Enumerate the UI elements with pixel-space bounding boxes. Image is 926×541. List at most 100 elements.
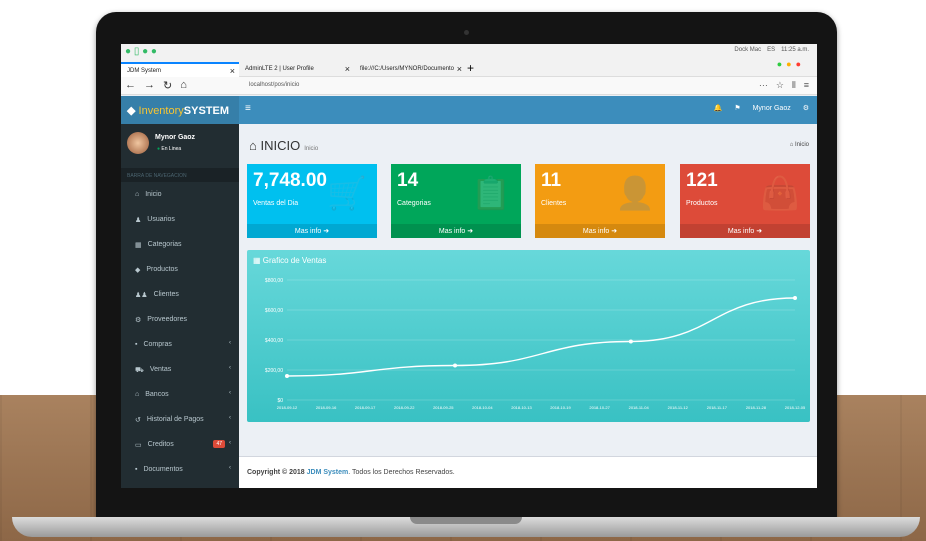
window-controls[interactable]: ●●● xyxy=(777,59,805,69)
footer-link[interactable]: JDM System xyxy=(307,469,349,476)
menu-glyph: ⛟ xyxy=(135,367,144,374)
credit-count-badge: 47 xyxy=(213,440,225,448)
sidebar-item-inicio[interactable]: home-icon⌂Inicio xyxy=(121,182,239,207)
header-user[interactable]: Mynor Gaoz xyxy=(753,105,791,112)
tab-label: JDM System xyxy=(127,68,162,74)
app-header: ◆ InventorySYSTEM ≡ 🔔 ⚑ Mynor Gaoz ⚙ xyxy=(121,96,817,124)
y-tick-label: $600,00 xyxy=(265,308,283,314)
bell-icon[interactable]: 🔔 xyxy=(714,104,723,112)
more-icon[interactable]: ··· xyxy=(759,80,768,91)
close-icon[interactable]: × xyxy=(230,66,235,76)
back-icon[interactable]: ← xyxy=(125,79,136,92)
forward-icon[interactable]: → xyxy=(144,79,155,92)
x-tick-label: 2018-11-17 xyxy=(707,405,728,410)
y-tick-label: $0 xyxy=(277,398,283,404)
new-tab-button[interactable]: + xyxy=(467,61,474,75)
sidebar-item-compras[interactable]: briefcase-icon▪Compras‹ xyxy=(121,332,239,357)
logo-text-light: Inventory xyxy=(138,105,184,117)
breadcrumb[interactable]: ⌂ Inicio xyxy=(790,142,809,148)
library-icon[interactable]: ⫴ xyxy=(792,80,796,91)
data-point[interactable] xyxy=(453,363,458,368)
footer-suffix: . Todos los Derechos Reservados. xyxy=(348,469,455,476)
x-tick-label: 2018-09-17 xyxy=(355,405,376,410)
sidebar-item-documentos[interactable]: folder-icon▪Documentos‹ xyxy=(121,457,239,482)
more-info-link[interactable]: Mas info ➜ xyxy=(535,224,665,238)
sidebar-item-productos[interactable]: tag-icon◆Productos xyxy=(121,257,239,282)
x-tick-label: 2018-09-25 xyxy=(433,405,454,410)
sidebar-item-historial-de-pagos[interactable]: history-icon↺Historial de Pagos‹ xyxy=(121,407,239,432)
browser-toolbar-right: ··· ☆ ⫴ ≡ xyxy=(759,80,809,91)
y-tick-label: $200,00 xyxy=(265,368,283,374)
browser-urlbar: ← → ↻ ⌂ localhost/pos/inicio ··· ☆ ⫴ ≡ xyxy=(121,77,817,95)
camera xyxy=(464,30,469,35)
sidebar-item-categorias[interactable]: table-icon▦Categorias xyxy=(121,232,239,257)
os-dock-icons: ● ▯ ● ● xyxy=(125,46,157,57)
more-info-label: Mas info xyxy=(727,228,755,235)
x-tick-label: 2018-11-12 xyxy=(668,405,689,410)
reload-icon[interactable]: ↻ xyxy=(163,79,172,92)
os-status-item: 11:25 a.m. xyxy=(781,47,809,53)
box-value: 7,748.00 xyxy=(253,170,327,191)
sidebar-item-ventas[interactable]: cart-icon⛟Ventas‹ xyxy=(121,357,239,382)
more-info-link[interactable]: Mas info ➜ xyxy=(680,224,810,238)
user-panel: Mynor Gaoz ● En Linea xyxy=(121,124,239,168)
box-value: 121 xyxy=(686,170,718,191)
breadcrumb-item: Inicio xyxy=(794,142,809,148)
sidebar-item-clientes[interactable]: users-icon♟♟Clientes xyxy=(121,282,239,307)
browser-tab[interactable]: file:///C:/Users/MYNOR/Documento × xyxy=(354,62,466,77)
home-icon[interactable]: ⌂ xyxy=(180,79,187,92)
os-status-item: Dock Mac xyxy=(734,47,762,53)
bag-icon: 👜 xyxy=(760,175,800,211)
sidebar-item-proveedores[interactable]: truck-icon⚙Proveedores xyxy=(121,307,239,332)
small-box-categorias: 14 Categorias 📋 Mas info ➜ xyxy=(391,164,521,238)
sidebar-item-label: Inicio xyxy=(145,191,162,198)
chevron-left-icon: ‹ xyxy=(229,465,231,471)
sidebar-item-bancos[interactable]: bank-icon⌂Bancos‹ xyxy=(121,382,239,407)
user-status: ● En Linea xyxy=(157,146,181,152)
sidebar-item-creditos[interactable]: credit-card-icon▭Creditos47‹ xyxy=(121,432,239,457)
box-label: Productos xyxy=(686,200,718,207)
x-tick-label: 2018-11-04 xyxy=(629,405,650,410)
menu-glyph: ▦ xyxy=(135,242,142,249)
address-bar[interactable]: localhost/pos/inicio xyxy=(249,82,299,88)
menu-glyph: ▪ xyxy=(135,466,138,473)
small-box-clientes: 11 Clientes 👤 Mas info ➜ xyxy=(535,164,665,238)
sidebar-item-label: Productos xyxy=(146,266,178,273)
chevron-left-icon: ‹ xyxy=(229,390,231,396)
sidebar-item-label: Proveedores xyxy=(147,316,187,323)
menu-glyph: ▪ xyxy=(135,341,138,348)
sidebar-item-label: Historial de Pagos xyxy=(146,416,204,423)
app-logo[interactable]: ◆ InventorySYSTEM xyxy=(121,96,239,124)
page-title-text: INICIO xyxy=(260,138,301,153)
x-tick-label: 2018-10-04 xyxy=(472,405,493,410)
sidebar-item-label: Documentos xyxy=(143,466,183,473)
browser-tab[interactable]: JDM System × xyxy=(121,62,239,77)
main-content: ⌂ INICIO Inicio ⌂ Inicio 7,748.00 Ventas … xyxy=(239,124,817,488)
chevron-left-icon: ‹ xyxy=(229,340,231,346)
laptop-notch xyxy=(410,517,522,524)
user-status-label: En Linea xyxy=(161,146,182,152)
box-label: Clientes xyxy=(541,200,567,207)
close-icon[interactable]: × xyxy=(457,64,462,74)
more-info-link[interactable]: Mas info ➜ xyxy=(391,224,521,238)
bars-icon[interactable]: ≡ xyxy=(245,103,251,114)
browser-tab[interactable]: AdminLTE 2 | User Profile × xyxy=(239,62,354,77)
header-right: 🔔 ⚑ Mynor Gaoz ⚙ xyxy=(714,104,809,113)
data-point[interactable] xyxy=(628,339,633,344)
close-icon[interactable]: × xyxy=(345,64,350,74)
small-box-ventas: 7,748.00 Ventas del Dia 🛒 Mas info ➜ xyxy=(247,164,377,238)
screen: ● ▯ ● ● Dock Mac ES 11:25 a.m. ●●● JDM S… xyxy=(121,44,817,488)
sidebar-item-label: Clientes xyxy=(153,291,179,298)
sidebar-item-usuarios[interactable]: user-icon♟Usuarios xyxy=(121,207,239,232)
gears-icon[interactable]: ⚙ xyxy=(803,104,809,112)
data-point[interactable] xyxy=(285,374,289,378)
sidebar-item-label: Categorias xyxy=(147,241,182,248)
data-point[interactable] xyxy=(793,296,797,300)
more-info-link[interactable]: Mas info ➜ xyxy=(247,224,377,238)
sales-line-chart: $0 $200,00 $400,00 $600,00 $800,00 2018-09-12… xyxy=(265,278,806,410)
menu-icon[interactable]: ≡ xyxy=(804,80,809,91)
sales-chart-box: ▦ Grafico de Ventas $0 $200,00 $400,00 $600… xyxy=(247,250,810,422)
page-footer: Copyright © 2018 JDM System. Todos los D… xyxy=(239,456,817,488)
star-icon[interactable]: ☆ xyxy=(776,80,784,91)
flag-icon[interactable]: ⚑ xyxy=(734,104,740,112)
